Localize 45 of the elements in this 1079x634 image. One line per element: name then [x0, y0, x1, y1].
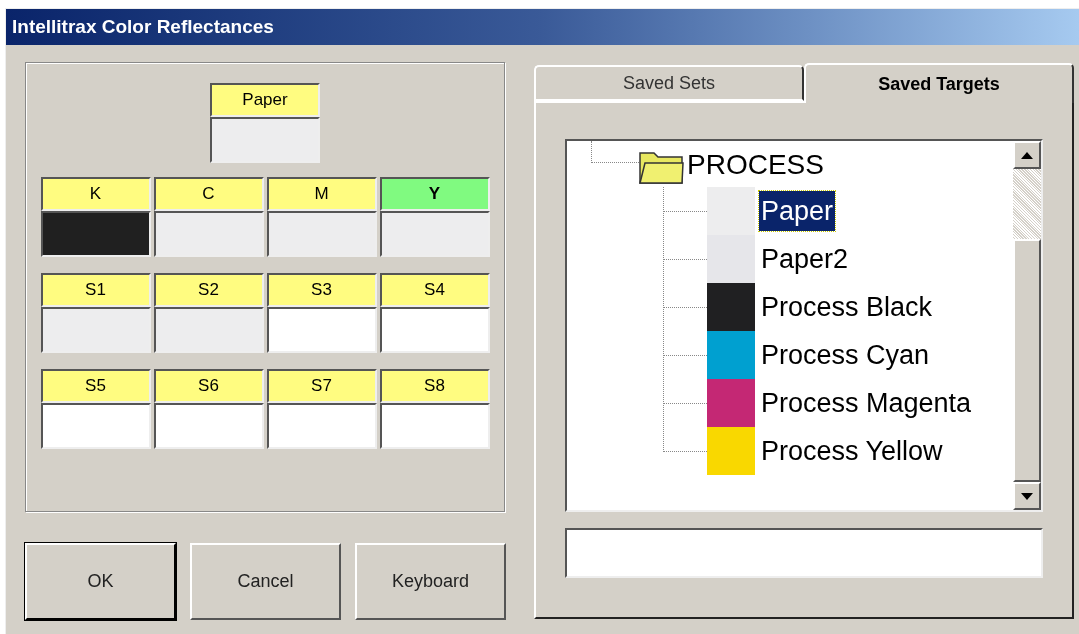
tree-item[interactable]: Paper — [759, 191, 836, 231]
window-title: Intellitrax Color Reflectances — [6, 9, 1079, 45]
tab[interactable]: Saved Sets — [534, 65, 804, 101]
color-label: S7 — [266, 369, 377, 403]
tree-item[interactable]: Process Cyan — [759, 335, 932, 375]
color-label: S2 — [153, 273, 264, 307]
color-label: S8 — [379, 369, 490, 403]
tree-item[interactable]: Process Yellow — [759, 431, 945, 471]
color-swatch[interactable] — [379, 211, 490, 257]
color-swatch[interactable] — [266, 211, 377, 257]
tree-folder[interactable]: PROCESS — [687, 144, 824, 186]
tab[interactable]: Saved Targets — [804, 63, 1074, 103]
dialog-button[interactable]: OK — [25, 543, 176, 620]
color-label: S4 — [379, 273, 490, 307]
tree-item[interactable]: Process Magenta — [759, 383, 974, 423]
color-label: S1 — [40, 273, 151, 307]
scroll-down-button[interactable] — [1013, 482, 1041, 510]
scroll-up-button[interactable] — [1013, 141, 1041, 169]
color-label: K — [40, 177, 151, 211]
dialog-button[interactable]: Keyboard — [355, 543, 506, 620]
color-swatch[interactable] — [40, 403, 151, 449]
color-swatch[interactable] — [40, 307, 151, 353]
color-label: Paper — [210, 83, 320, 117]
color-swatch[interactable] — [40, 211, 151, 257]
text-field[interactable] — [565, 528, 1043, 578]
down-arrow-icon — [1021, 492, 1033, 500]
tree-item[interactable]: Process Black — [759, 287, 935, 327]
color-label: M — [266, 177, 377, 211]
color-swatch[interactable] — [266, 307, 377, 353]
color-label: C — [153, 177, 264, 211]
color-label: S6 — [153, 369, 264, 403]
scroll-thumb[interactable] — [1013, 239, 1041, 482]
color-label: Y — [379, 177, 490, 211]
up-arrow-icon — [1021, 151, 1033, 159]
color-swatch[interactable] — [210, 117, 320, 163]
tree-item[interactable]: Paper2 — [759, 239, 851, 279]
color-swatch[interactable] — [153, 403, 264, 449]
color-label: S3 — [266, 273, 377, 307]
dialog-button[interactable]: Cancel — [190, 543, 341, 620]
color-label: S5 — [40, 369, 151, 403]
color-swatch[interactable] — [153, 211, 264, 257]
color-swatch[interactable] — [153, 307, 264, 353]
color-swatch[interactable] — [379, 403, 490, 449]
color-swatch[interactable] — [266, 403, 377, 449]
color-swatch[interactable] — [379, 307, 490, 353]
